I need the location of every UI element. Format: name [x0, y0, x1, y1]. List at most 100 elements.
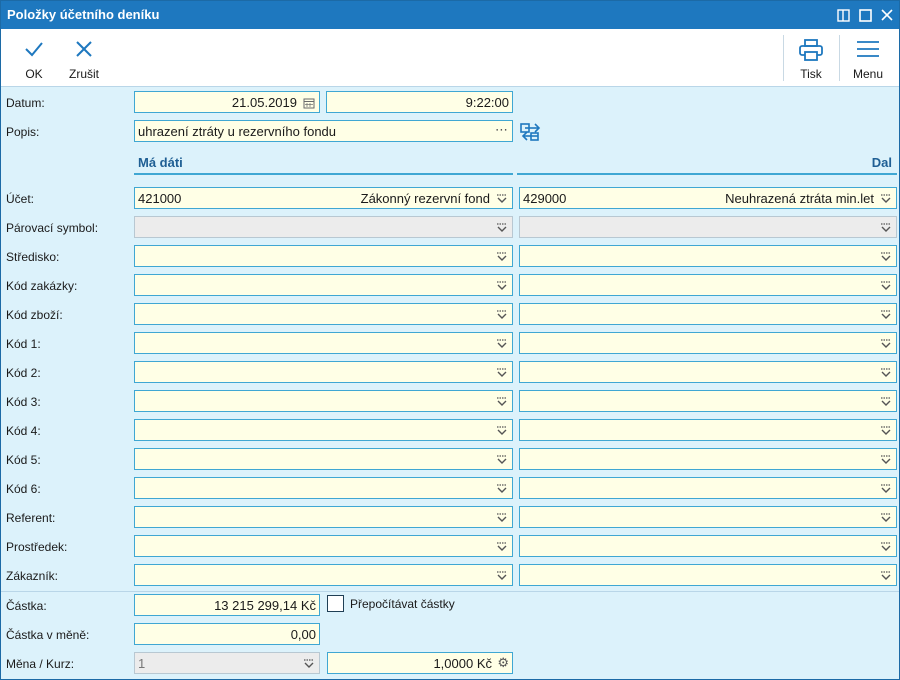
recalc-checkbox[interactable] [327, 595, 344, 612]
credit-select[interactable] [519, 303, 897, 325]
credit-select[interactable] [519, 274, 897, 296]
recalc-label: Přepočítávat částky [350, 597, 455, 611]
credit-select[interactable] [519, 535, 897, 557]
menu-button[interactable]: Menu [845, 29, 891, 85]
chevron-down-icon[interactable] [880, 454, 892, 466]
copy-description-icon[interactable] [519, 121, 541, 143]
window-title: Položky účetního deníku [7, 7, 160, 22]
chevron-down-icon[interactable] [880, 425, 892, 437]
credit-code: 429000 [523, 191, 567, 206]
time-field[interactable]: 9:22:00 [326, 91, 513, 113]
toolbar-separator [783, 35, 784, 81]
chevron-down-icon[interactable] [880, 280, 892, 292]
chevron-down-icon[interactable] [496, 367, 508, 379]
row-label: Kód 5: [6, 453, 41, 467]
debit-select[interactable] [134, 361, 513, 383]
debit-select[interactable] [134, 274, 513, 296]
chevron-down-icon[interactable] [496, 483, 508, 495]
chevron-down-icon[interactable] [880, 309, 892, 321]
debit-header: Má dáti [138, 155, 183, 170]
amount-currency-field[interactable]: 0,00 [134, 623, 320, 645]
chevron-down-icon[interactable] [496, 193, 508, 205]
debit-header-line [134, 173, 513, 175]
chevron-down-icon[interactable] [496, 251, 508, 263]
credit-select[interactable] [519, 448, 897, 470]
dock-icon[interactable] [833, 5, 853, 25]
rate-field[interactable]: 1,0000 Kč ⚙ [327, 652, 513, 674]
credit-select[interactable] [519, 419, 897, 441]
chevron-down-icon[interactable] [496, 454, 508, 466]
credit-select[interactable] [519, 216, 897, 238]
credit-header-line [517, 173, 897, 175]
chevron-down-icon[interactable] [880, 541, 892, 553]
check-icon [25, 42, 43, 57]
debit-name: Zákonný rezervní fond [360, 191, 490, 206]
credit-select[interactable] [519, 332, 897, 354]
currency-code: 1 [138, 656, 146, 671]
maximize-icon[interactable] [855, 5, 875, 25]
credit-select[interactable] [519, 245, 897, 267]
debit-select[interactable] [134, 216, 513, 238]
credit-select[interactable] [519, 564, 897, 586]
currency-field[interactable]: 1 [134, 652, 320, 674]
debit-select[interactable] [134, 535, 513, 557]
chevron-down-icon[interactable] [880, 396, 892, 408]
row-label: Kód 1: [6, 337, 41, 351]
chevron-down-icon[interactable] [496, 280, 508, 292]
chevron-down-icon[interactable] [496, 222, 508, 234]
debit-select[interactable] [134, 419, 513, 441]
currency-label: Měna / Kurz: [6, 657, 75, 671]
row-label: Kód 4: [6, 424, 41, 438]
calendar-icon[interactable] [303, 97, 315, 109]
debit-select[interactable] [134, 564, 513, 586]
ok-button[interactable]: OK [13, 29, 55, 85]
chevron-down-icon[interactable] [496, 541, 508, 553]
debit-select[interactable] [134, 390, 513, 412]
gear-icon[interactable]: ⚙ [497, 655, 509, 671]
chevron-down-icon[interactable] [496, 512, 508, 524]
chevron-down-icon[interactable] [880, 570, 892, 582]
chevron-down-icon[interactable] [880, 222, 892, 234]
chevron-down-icon[interactable] [880, 251, 892, 263]
date-field[interactable]: 21.05.2019 [134, 91, 320, 113]
debit-select[interactable] [134, 245, 513, 267]
dialog-window: Položky účetního deníku OK Zrušit Tisk M… [0, 0, 900, 680]
debit-select[interactable] [134, 506, 513, 528]
amount-field[interactable]: 13 215 299,14 Kč [134, 594, 320, 616]
credit-select[interactable]: 429000 Neuhrazená ztráta min.let [519, 187, 897, 209]
close-icon[interactable] [877, 5, 897, 25]
chevron-down-icon[interactable] [303, 658, 315, 670]
chevron-down-icon[interactable] [880, 338, 892, 350]
row-label: Kód 3: [6, 395, 41, 409]
print-button[interactable]: Tisk [789, 29, 833, 85]
chevron-down-icon[interactable] [496, 570, 508, 582]
credit-select[interactable] [519, 477, 897, 499]
chevron-down-icon[interactable] [880, 512, 892, 524]
debit-select[interactable] [134, 477, 513, 499]
debit-select[interactable] [134, 448, 513, 470]
more-icon[interactable]: ⋯ [495, 122, 508, 138]
credit-select[interactable] [519, 390, 897, 412]
section-divider [1, 591, 899, 592]
chevron-down-icon[interactable] [496, 309, 508, 321]
chevron-down-icon[interactable] [496, 425, 508, 437]
row-label: Středisko: [6, 250, 60, 264]
credit-select[interactable] [519, 506, 897, 528]
chevron-down-icon[interactable] [880, 367, 892, 379]
description-field[interactable]: uhrazení ztráty u rezervního fondu ⋯ [134, 120, 513, 142]
amount-value: 13 215 299,14 Kč [214, 598, 316, 613]
rate-value: 1,0000 Kč [433, 656, 492, 671]
debit-select[interactable] [134, 303, 513, 325]
desc-label: Popis: [6, 125, 40, 139]
debit-select[interactable] [134, 332, 513, 354]
debit-select[interactable]: 421000 Zákonný rezervní fond [134, 187, 513, 209]
amount-currency-label: Částka v měně: [6, 628, 90, 642]
date-label: Datum: [6, 96, 45, 110]
chevron-down-icon[interactable] [496, 396, 508, 408]
cancel-button[interactable]: Zrušit [63, 29, 105, 85]
chevron-down-icon[interactable] [880, 193, 892, 205]
description-value: uhrazení ztráty u rezervního fondu [138, 124, 337, 139]
credit-select[interactable] [519, 361, 897, 383]
chevron-down-icon[interactable] [496, 338, 508, 350]
chevron-down-icon[interactable] [880, 483, 892, 495]
